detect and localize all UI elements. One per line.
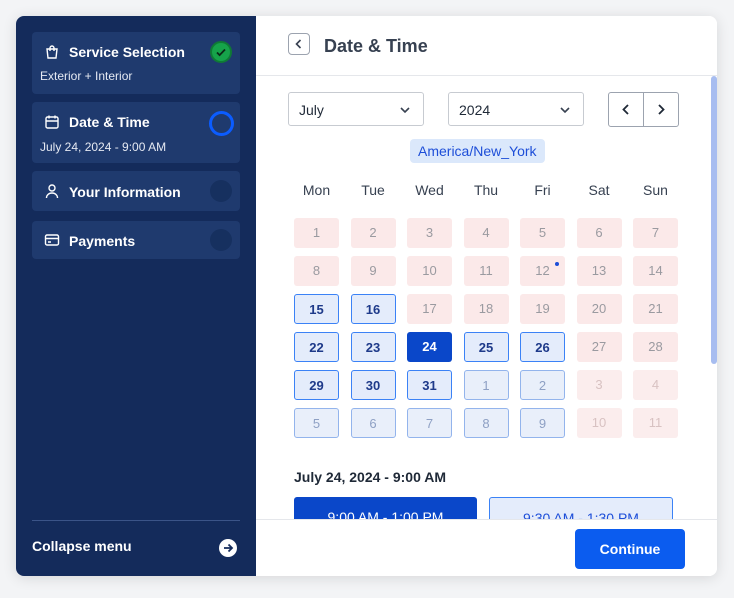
calendar-day: 20 xyxy=(576,294,622,324)
next-month-button[interactable] xyxy=(644,93,678,126)
step-title: Payments xyxy=(69,233,136,249)
timezone-badge: America/New_York xyxy=(410,139,545,163)
calendar-day: 18 xyxy=(463,294,509,324)
weekday-label: Sat xyxy=(588,182,610,198)
main-panel: Date & Time July 2024 America/New_York M… xyxy=(256,16,717,576)
chevron-down-icon xyxy=(560,107,570,114)
calendar-day: 5 xyxy=(520,218,565,248)
step-complete-indicator xyxy=(210,41,232,63)
weekday-label: Wed xyxy=(415,182,444,198)
credit-card-icon xyxy=(44,232,60,248)
weekday-label: Thu xyxy=(473,182,499,198)
step-title: Your Information xyxy=(69,184,181,200)
calendar-day: 12 xyxy=(520,256,565,286)
calendar-day: 21 xyxy=(633,294,678,324)
calendar-day[interactable]: 6 xyxy=(350,408,396,438)
calendar-day-selected[interactable]: 24 xyxy=(407,332,452,362)
today-indicator xyxy=(555,262,559,266)
step-title: Date & Time xyxy=(69,114,150,130)
calendar-day[interactable]: 22 xyxy=(294,332,339,362)
step-subtitle: July 24, 2024 - 9:00 AM xyxy=(40,140,167,154)
calendar-day: 11 xyxy=(633,408,678,438)
page-title: Date & Time xyxy=(324,36,428,56)
chevron-down-icon xyxy=(400,107,410,114)
step-title: Service Selection xyxy=(69,44,185,60)
month-select[interactable]: July xyxy=(288,92,424,126)
weekday-label: Tue xyxy=(361,182,385,198)
calendar-day[interactable]: 30 xyxy=(350,370,396,400)
sidebar: Service Selection Exterior + Interior Da… xyxy=(16,16,256,576)
calendar-day: 3 xyxy=(407,218,452,248)
month-select-value: July xyxy=(299,102,324,118)
calendar-day[interactable]: 15 xyxy=(294,294,339,324)
weekday-label: Fri xyxy=(534,182,551,198)
calendar-day: 10 xyxy=(576,408,622,438)
sidebar-step-date-time[interactable]: Date & Time July 24, 2024 - 9:00 AM xyxy=(32,102,240,163)
collapse-menu-button[interactable] xyxy=(219,539,237,557)
calendar-day: 11 xyxy=(463,256,509,286)
calendar-day[interactable]: 25 xyxy=(463,332,509,362)
shopping-bag-icon xyxy=(44,44,60,60)
calendar-day[interactable]: 9 xyxy=(520,408,565,438)
calendar-day: 7 xyxy=(633,218,678,248)
calendar-day: 4 xyxy=(463,218,509,248)
footer: Continue xyxy=(256,519,717,576)
booking-card: Service Selection Exterior + Interior Da… xyxy=(16,16,717,576)
calendar-day[interactable]: 8 xyxy=(463,408,509,438)
calendar-day: 14 xyxy=(633,256,678,286)
header: Date & Time xyxy=(256,16,717,76)
chevron-left-icon xyxy=(295,39,302,49)
calendar-day[interactable]: 23 xyxy=(350,332,396,362)
continue-button[interactable]: Continue xyxy=(575,529,685,569)
weekday-label: Sun xyxy=(643,182,668,198)
month-navigation xyxy=(608,92,679,127)
sidebar-step-service-selection[interactable]: Service Selection Exterior + Interior xyxy=(32,32,240,94)
calendar-day[interactable]: 29 xyxy=(294,370,339,400)
step-active-indicator xyxy=(209,111,234,136)
sidebar-step-your-information[interactable]: Your Information xyxy=(32,171,240,211)
check-icon xyxy=(216,48,226,57)
calendar-day[interactable]: 7 xyxy=(407,408,452,438)
calendar-day[interactable]: 31 xyxy=(407,370,452,400)
step-pending-indicator xyxy=(210,229,232,251)
calendar-day: 1 xyxy=(294,218,339,248)
calendar-day: 17 xyxy=(407,294,452,324)
step-subtitle: Exterior + Interior xyxy=(40,69,133,83)
calendar-day: 28 xyxy=(633,332,678,362)
calendar-day[interactable]: 16 xyxy=(350,294,396,324)
calendar-day[interactable]: 5 xyxy=(294,408,339,438)
calendar-day: 4 xyxy=(633,370,678,400)
calendar-day: 8 xyxy=(294,256,339,286)
calendar-day: 2 xyxy=(350,218,396,248)
collapse-menu-label[interactable]: Collapse menu xyxy=(32,538,132,554)
calendar-day[interactable]: 1 xyxy=(463,370,509,400)
calendar-day: 3 xyxy=(576,370,622,400)
calendar-day[interactable]: 2 xyxy=(520,370,565,400)
weekday-label: Mon xyxy=(302,182,331,198)
chevron-right-icon xyxy=(658,104,665,115)
year-select-value: 2024 xyxy=(459,102,491,118)
arrow-right-icon xyxy=(224,543,234,553)
user-icon xyxy=(44,183,60,199)
calendar-day[interactable]: 26 xyxy=(520,332,565,362)
calendar-day: 27 xyxy=(576,332,622,362)
previous-month-button[interactable] xyxy=(609,93,643,126)
selected-datetime-label: July 24, 2024 - 9:00 AM xyxy=(294,469,447,485)
calendar-day: 13 xyxy=(576,256,622,286)
step-pending-indicator xyxy=(210,180,232,202)
sidebar-divider xyxy=(32,520,240,521)
calendar-day: 6 xyxy=(576,218,622,248)
scrollbar[interactable] xyxy=(711,76,717,364)
chevron-left-icon xyxy=(622,104,629,115)
sidebar-step-payments[interactable]: Payments xyxy=(32,221,240,259)
back-button[interactable] xyxy=(288,33,310,55)
calendar-icon xyxy=(44,114,60,130)
year-select[interactable]: 2024 xyxy=(448,92,584,126)
calendar-day: 19 xyxy=(520,294,565,324)
calendar-day: 10 xyxy=(407,256,452,286)
calendar-day: 9 xyxy=(350,256,396,286)
